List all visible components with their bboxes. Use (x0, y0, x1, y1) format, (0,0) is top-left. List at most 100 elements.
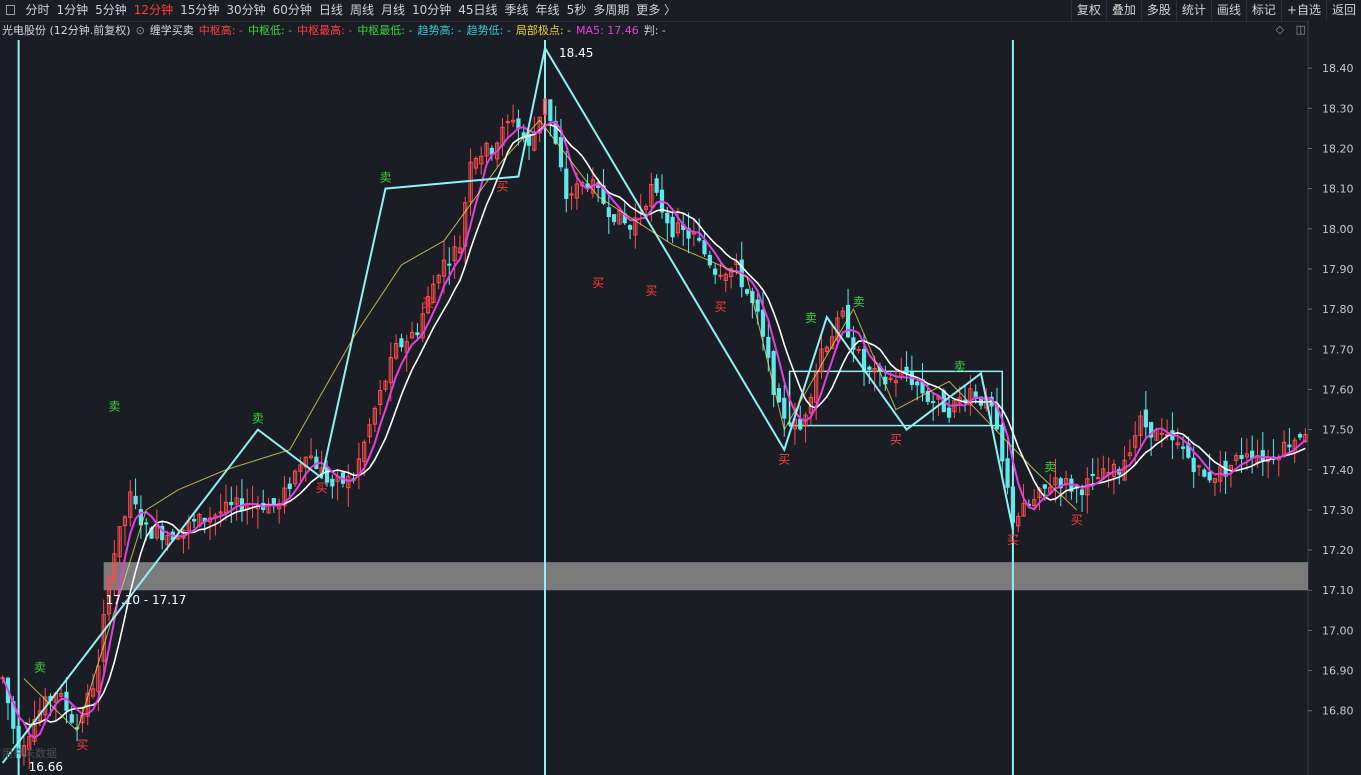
buy-signal-marker: 买 (1071, 513, 1083, 527)
candle-body (702, 240, 707, 255)
candle-body (904, 366, 909, 374)
candle-body (606, 207, 611, 218)
candle-body (1207, 471, 1212, 481)
candle-body (1143, 409, 1148, 428)
candle-body (856, 349, 861, 352)
buy-signal-marker: 买 (778, 453, 790, 467)
buy-signal-marker: 买 (1007, 533, 1019, 547)
candle-body (330, 478, 335, 487)
candle-body (415, 332, 420, 336)
candle-body (447, 263, 452, 266)
candle-body (1239, 454, 1244, 460)
candlestick-chart[interactable]: 18.40 18.30 18.20 18.10 18.00 17.90 17.80 17.70… (0, 0, 1361, 775)
candle-body (766, 336, 771, 358)
axis-tick-label: 17.30 (1322, 504, 1354, 517)
axis-tick-label: 17.70 (1322, 343, 1354, 356)
candle-body (516, 118, 521, 129)
candle-body (1287, 444, 1292, 448)
candle-body (564, 168, 569, 199)
candle-body (713, 268, 718, 275)
high-price-label: 18.45 (559, 46, 593, 60)
candle-body (654, 178, 659, 193)
candle-body (548, 99, 553, 122)
candle-body (1191, 457, 1196, 473)
axis-tick-label: 17.60 (1322, 383, 1354, 396)
candle-body (744, 289, 750, 294)
zone-label: 17.10 - 17.17 (106, 593, 187, 607)
axis-tick-label: 17.50 (1322, 424, 1354, 437)
axis-tick-label: 18.40 (1322, 62, 1354, 75)
candle-body (1090, 473, 1095, 476)
candle-body (64, 691, 69, 711)
candle-body (946, 407, 952, 418)
sell-signal-marker: 卖 (108, 400, 120, 414)
candle-body (915, 381, 920, 386)
candle-body (665, 212, 670, 224)
candle-body (271, 498, 276, 506)
axis-tick-label: 16.90 (1322, 665, 1354, 678)
candle-body (1202, 469, 1207, 477)
candle-body (1159, 432, 1164, 435)
candle-body (133, 495, 138, 505)
candle-body (1005, 458, 1010, 488)
buy-signal-marker: 买 (76, 738, 88, 752)
candle-body (760, 309, 766, 337)
mid-line (1, 123, 1306, 726)
candle-body (755, 299, 760, 312)
axis-tick-label: 17.20 (1322, 544, 1354, 557)
sell-signal-marker: 卖 (1044, 460, 1056, 474)
axis-tick-label: 17.10 (1322, 584, 1354, 597)
sell-signal-marker: 卖 (34, 661, 46, 675)
candle-body (931, 401, 936, 404)
candle-body (612, 214, 617, 223)
candle-body (627, 225, 633, 230)
buy-signal-marker: 买 (645, 284, 657, 298)
price-axis (1308, 20, 1361, 775)
ma5-line (1, 121, 1306, 739)
axis-tick-label: 17.00 (1322, 624, 1354, 637)
candle-body (1180, 446, 1186, 449)
candle-body (1095, 477, 1101, 480)
axis-tick-label: 17.90 (1322, 263, 1354, 276)
candle-body (144, 522, 149, 525)
buy-signal-marker: 买 (316, 481, 328, 495)
candle-body (569, 193, 574, 196)
sell-signal-marker: 卖 (379, 171, 391, 185)
sell-signal-marker: 卖 (805, 311, 817, 325)
axis-tick-label: 18.20 (1322, 142, 1354, 155)
sell-signal-marker: 卖 (252, 412, 264, 426)
buy-signal-marker: 买 (592, 276, 604, 290)
axis-tick-label: 17.40 (1322, 464, 1354, 477)
low-price-label: 16.66 (29, 760, 63, 774)
candle-body (505, 121, 510, 124)
candle-body (1000, 425, 1005, 462)
candle-body (1010, 486, 1016, 523)
candle-body (1260, 450, 1265, 462)
candle-body (229, 501, 234, 506)
candle-body (697, 237, 702, 241)
candle-body (399, 338, 404, 348)
candle-body (287, 483, 292, 490)
sell-signal-marker: 卖 (954, 359, 966, 373)
candle-body (670, 216, 675, 238)
sell-signal-marker: 卖 (853, 295, 865, 309)
candle-body (776, 388, 782, 403)
candle-body (798, 418, 803, 430)
support-zone (103, 562, 1308, 591)
axis-tick-label: 18.10 (1322, 183, 1354, 196)
buy-signal-marker: 买 (890, 433, 902, 447)
candle-body (1042, 484, 1047, 489)
buy-signal-marker: 买 (496, 180, 508, 194)
candle-body (1297, 434, 1303, 438)
candle-body (1196, 465, 1202, 468)
candle-body (176, 537, 181, 540)
axis-tick-label: 18.00 (1322, 223, 1354, 236)
candle-body (867, 366, 872, 370)
candle-body (1079, 489, 1085, 496)
nodata-text: 用户未数据 (2, 747, 57, 760)
candle-body (782, 397, 787, 419)
candle-body (69, 714, 74, 723)
buy-signal-marker: 买 (714, 300, 726, 314)
candle-body (558, 137, 564, 168)
axis-tick-label: 17.80 (1322, 303, 1354, 316)
